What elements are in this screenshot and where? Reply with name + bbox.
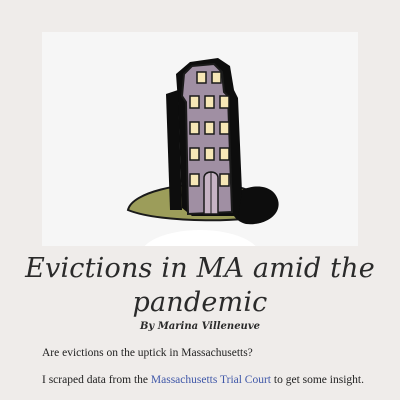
intro-paragraph-2-tail: to get some insight. [271,374,364,386]
intro-paragraph-2: I scraped data from the Massachusetts Tr… [42,374,364,386]
intro-paragraph-2-lead: I scraped data from the [42,374,151,386]
article-byline: By Marina Villeneuve [139,321,260,332]
intro-paragraph-1: Are evictions on the uptick in Massachus… [42,347,253,359]
trial-court-link[interactable]: Massachusetts Trial Court [151,374,271,386]
article-title: Evictions in MA amid the pandemic [25,253,375,318]
white-mound [144,230,256,246]
hero-image [42,32,358,246]
building-illustration [126,58,279,246]
